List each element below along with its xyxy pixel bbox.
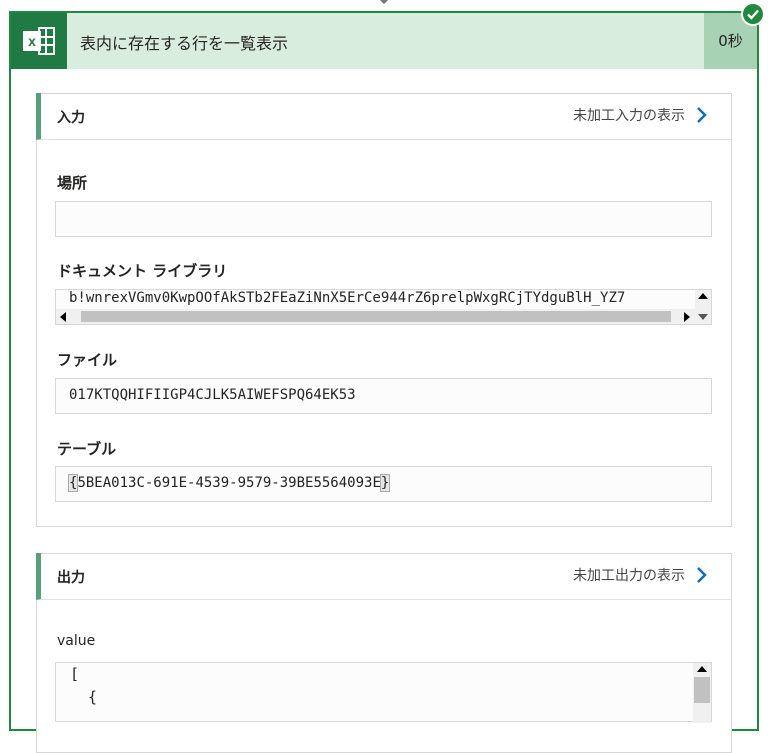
- scroll-up-arrow-icon[interactable]: [698, 292, 708, 300]
- excel-icon: x: [11, 13, 67, 69]
- inputs-section-title: 入力: [57, 110, 85, 126]
- scroll-left-arrow-icon[interactable]: [59, 312, 67, 322]
- scroll-down-arrow-icon[interactable]: [698, 313, 708, 321]
- horizontal-scroll-thumb[interactable]: [81, 311, 671, 322]
- action-card: x 表内に存在する行を一覧表示 0秒 入力 未加工入力の表示 場所 ドキュメント…: [9, 11, 759, 753]
- table-field[interactable]: {5BEA013C-691E-4539-9579-39BE5564093E}: [55, 466, 712, 502]
- file-label: ファイル: [57, 351, 118, 369]
- output-value-textarea[interactable]: [ {: [55, 662, 712, 723]
- inputs-section: 入力 未加工入力の表示 場所 ドキュメント ライブラリ b!wnrexVGmv0…: [36, 93, 732, 527]
- outputs-section-title: 出力: [57, 570, 85, 586]
- show-raw-outputs-label: 未加工出力の表示: [573, 568, 685, 584]
- document-library-field[interactable]: b!wnrexVGmv0KwpOOfAkSTb2FEaZiNnX5ErCe944…: [55, 289, 712, 325]
- vertical-scrollbar[interactable]: [693, 663, 711, 723]
- file-value: 017KTQQHIFIIGP4CJLK5AIWEFSPQ64EK53: [69, 387, 356, 403]
- table-brace-close: }: [379, 474, 391, 492]
- value-label: value: [57, 633, 96, 649]
- vertical-scrollbar[interactable]: [695, 290, 711, 324]
- scroll-right-arrow-icon[interactable]: [683, 312, 691, 322]
- table-label: テーブル: [57, 440, 117, 458]
- document-library-value: b!wnrexVGmv0KwpOOfAkSTb2FEaZiNnX5ErCe944…: [69, 290, 626, 306]
- vertical-scroll-thumb[interactable]: [694, 677, 710, 703]
- chevron-right-icon: [697, 567, 707, 583]
- chevron-right-icon: [697, 107, 707, 123]
- svg-text:x: x: [28, 33, 36, 49]
- file-field[interactable]: 017KTQQHIFIIGP4CJLK5AIWEFSPQ64EK53: [55, 378, 712, 414]
- outputs-section: 出力 未加工出力の表示 value [ {: [36, 553, 732, 753]
- table-value-wrap: {5BEA013C-691E-4539-9579-39BE5564093E}: [67, 474, 391, 492]
- location-field[interactable]: [55, 201, 712, 237]
- flow-connector-arrow-icon: [379, 0, 389, 5]
- scroll-up-arrow-icon[interactable]: [697, 665, 707, 673]
- show-raw-inputs-link[interactable]: 未加工入力の表示: [573, 105, 707, 125]
- table-value: 5BEA013C-691E-4539-9579-39BE5564093E: [77, 475, 381, 491]
- inputs-section-header: 入力 未加工入力の表示: [36, 93, 731, 140]
- show-raw-inputs-label: 未加工入力の表示: [573, 108, 685, 124]
- document-library-label: ドキュメント ライブラリ: [57, 262, 228, 280]
- action-title: 表内に存在する行を一覧表示: [80, 34, 289, 53]
- json-line: {: [70, 688, 98, 706]
- show-raw-outputs-link[interactable]: 未加工出力の表示: [573, 565, 707, 585]
- location-label: 場所: [57, 174, 88, 192]
- horizontal-scrollbar[interactable]: [56, 309, 696, 324]
- json-line: [: [70, 665, 80, 683]
- success-check-icon: [741, 2, 765, 26]
- action-header[interactable]: x 表内に存在する行を一覧表示 0秒: [11, 13, 757, 69]
- outputs-section-header: 出力 未加工出力の表示: [36, 553, 731, 600]
